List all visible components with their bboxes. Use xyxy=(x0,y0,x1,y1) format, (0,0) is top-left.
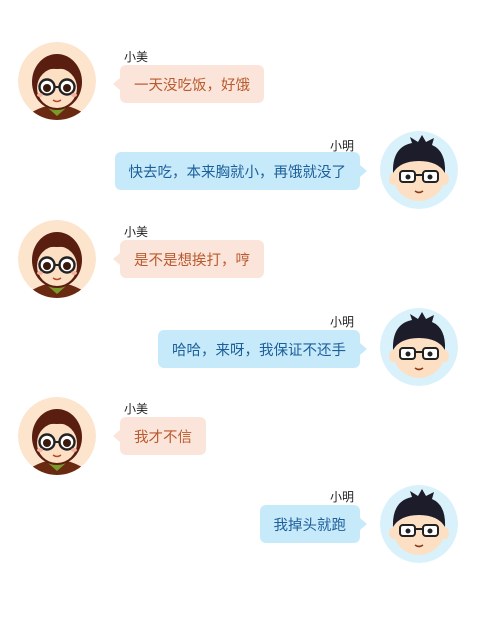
girl-avatar-icon[interactable] xyxy=(18,220,96,298)
sender-name: 小美 xyxy=(124,225,149,239)
chat-message: 小明 哈哈，来呀，我保证不还手 xyxy=(0,308,480,398)
sender-name: 小明 xyxy=(329,490,354,504)
girl-avatar-icon[interactable] xyxy=(18,42,96,120)
message-bubble[interactable]: 是不是想挨打，哼 xyxy=(113,240,264,278)
message-bubble[interactable]: 快去吃，本来胸就小，再饿就没了 xyxy=(114,152,367,190)
boy-avatar-icon[interactable] xyxy=(380,131,458,209)
message-bubble[interactable]: 哈哈，来呀，我保证不还手 xyxy=(158,330,367,368)
chat-message: 小美 是不是想挨打，哼 xyxy=(0,220,480,310)
message-bubble[interactable]: 我掉头就跑 xyxy=(259,505,367,543)
chat-message: 小美 一天没吃饭，好饿 xyxy=(0,42,480,132)
sender-name: 小明 xyxy=(329,315,354,329)
message-bubble[interactable]: 我才不信 xyxy=(113,417,206,455)
boy-avatar-icon[interactable] xyxy=(380,485,458,563)
boy-avatar-icon[interactable] xyxy=(380,308,458,386)
chat-message: 小明 快去吃，本来胸就小，再饿就没了 xyxy=(0,131,480,221)
girl-avatar-icon[interactable] xyxy=(18,397,96,475)
sender-name: 小美 xyxy=(124,50,149,64)
chat-message: 小美 我才不信 xyxy=(0,397,480,487)
sender-name: 小美 xyxy=(124,402,149,416)
message-bubble[interactable]: 一天没吃饭，好饿 xyxy=(113,65,264,103)
chat-message: 小明 我掉头就跑 xyxy=(0,485,480,575)
